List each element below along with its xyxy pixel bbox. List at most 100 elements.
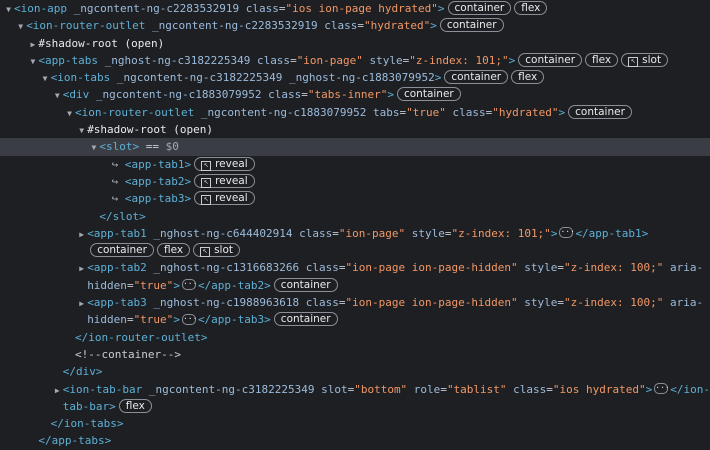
flex-badge[interactable]: flex xyxy=(118,398,152,413)
code-token: = xyxy=(126,313,134,327)
code-token: hidden xyxy=(87,313,127,327)
slot-assigned-arrow-icon: ↪ xyxy=(111,157,125,171)
code-token: "hydrated" xyxy=(363,19,431,33)
dom-node-row[interactable]: </app-tabs> xyxy=(0,432,710,449)
dom-node-row[interactable]: hidden="true"> ···</app-tab3> container xyxy=(0,311,710,328)
collapsed-triangle-icon[interactable]: ▶ xyxy=(76,226,87,242)
expanded-triangle-icon[interactable]: ▼ xyxy=(15,18,26,34)
dom-node-row[interactable]: </div> xyxy=(0,363,710,380)
dom-node-row[interactable]: ▼ <ion-router-outlet _ngcontent-ng-c18830… xyxy=(0,104,710,121)
badge-label: container xyxy=(575,105,625,118)
expanded-triangle-icon[interactable]: ▼ xyxy=(88,139,99,155)
collapsed-triangle-icon[interactable]: ▶ xyxy=(76,260,87,276)
dom-node-row[interactable]: <!--container--> xyxy=(0,346,710,363)
badge-label: container xyxy=(97,244,147,257)
flex-badge[interactable]: flex xyxy=(514,1,548,15)
dom-node-row[interactable]: ▶ <ion-tab-bar _ngcontent-ng-c3182225349 … xyxy=(0,381,710,398)
badge-label: reveal xyxy=(215,157,248,170)
badge-label: flex xyxy=(521,2,541,14)
reveal-badge[interactable]: ↖ reveal xyxy=(194,156,255,171)
code-token: <ion-tabs xyxy=(50,71,117,85)
code-token: = xyxy=(126,278,134,292)
dom-node-row[interactable]: ▶ <app-tab1 _nghost-ng-c644402914 class="… xyxy=(0,225,710,242)
slot-badge[interactable]: ↖ slot xyxy=(193,243,240,258)
code-token: <app-tab3 xyxy=(87,296,154,310)
code-token: = xyxy=(546,382,553,396)
collapsed-triangle-icon[interactable]: ▶ xyxy=(76,295,87,311)
collapsed-triangle-icon[interactable]: ▶ xyxy=(27,36,38,52)
expanded-triangle-icon[interactable]: ▼ xyxy=(64,105,75,121)
container-badge[interactable]: container xyxy=(273,277,338,292)
expand-ellipsis-button[interactable]: ··· xyxy=(181,313,197,325)
code-token: </app-tab3> xyxy=(197,313,271,327)
code-token: > xyxy=(558,105,566,119)
code-token: "ion-page" xyxy=(296,53,363,67)
dom-node-row[interactable]: ▼ <div _ngcontent-ng-c1883079952 class="t… xyxy=(0,86,710,103)
dom-node-row[interactable]: ↪ <app-tab1> ↖ reveal xyxy=(0,156,710,173)
code-token: style xyxy=(517,296,558,310)
dom-node-row[interactable]: </ion-tabs> xyxy=(0,415,710,432)
flex-badge[interactable]: flex xyxy=(156,243,191,258)
code-token: "bottom" xyxy=(354,382,408,396)
expanded-triangle-icon[interactable]: ▼ xyxy=(40,70,51,86)
code-token: _nghost-ng-c644402914 class xyxy=(153,226,333,240)
code-token: style xyxy=(517,261,558,275)
code-token: <ion-tab-bar xyxy=(62,382,149,396)
container-badge[interactable]: container xyxy=(90,243,154,258)
dom-node-row[interactable]: ▼ <app-tabs _nghost-ng-c3182225349 class=… xyxy=(0,52,710,69)
reveal-badge[interactable]: ↖ reveal xyxy=(194,191,255,206)
flex-badge[interactable]: flex xyxy=(585,52,619,67)
collapsed-triangle-icon[interactable]: ▶ xyxy=(52,382,63,398)
dom-tree-panel: ▼ <ion-app _ngcontent-ng-c2283532919 clas… xyxy=(0,0,710,447)
dom-node-row[interactable]: ▼ <ion-router-outlet _ngcontent-ng-c22835… xyxy=(0,17,710,34)
expanded-triangle-icon[interactable]: ▼ xyxy=(27,53,38,69)
dom-node-row[interactable]: ↪ <app-tab2> ↖ reveal xyxy=(0,173,710,190)
code-token: > xyxy=(645,382,653,396)
code-token: </div> xyxy=(62,365,103,379)
code-token: "true" xyxy=(406,105,446,119)
badge-label: slot xyxy=(214,244,233,257)
dom-node-row[interactable]: tab-bar> flex xyxy=(0,398,710,415)
dom-node-row[interactable]: ↪ <app-tab3> ↖ reveal xyxy=(0,190,710,207)
code-token: <ion-app xyxy=(14,2,74,15)
dom-node-row[interactable]: ▼ <ion-app _ngcontent-ng-c2283532919 clas… xyxy=(0,0,710,17)
container-badge[interactable]: container xyxy=(439,18,504,33)
dom-node-row[interactable]: </slot> xyxy=(0,208,710,225)
container-badge[interactable]: container xyxy=(273,312,338,327)
reveal-icon: ↖ xyxy=(200,247,211,258)
slot-badge[interactable]: ↖ slot xyxy=(621,52,669,67)
dom-node-row[interactable]: </ion-router-outlet> xyxy=(0,329,710,346)
dom-node-row[interactable]: container flex ↖ slot xyxy=(0,242,710,259)
expand-ellipsis-button[interactable]: ··· xyxy=(181,279,197,291)
code-token: > xyxy=(430,19,437,33)
dom-node-row[interactable]: hidden="true"> ···</app-tab2> container xyxy=(0,277,710,294)
badge-label: reveal xyxy=(215,174,248,187)
reveal-badge[interactable]: ↖ reveal xyxy=(194,173,255,188)
dom-node-row[interactable]: ▼ #shadow-root (open) xyxy=(0,121,710,138)
code-token: "hydrated" xyxy=(492,105,559,119)
dom-node-row[interactable]: ▼ <slot> == $0 xyxy=(0,138,710,156)
dom-node-row[interactable]: ▶ <app-tab3 _nghost-ng-c1988963618 class=… xyxy=(0,294,710,311)
flex-badge[interactable]: flex xyxy=(511,70,545,85)
expanded-triangle-icon[interactable]: ▼ xyxy=(52,87,63,103)
expand-ellipsis-button[interactable]: ··· xyxy=(559,227,575,239)
badge-label: flex xyxy=(518,71,538,84)
badge-label: container xyxy=(525,53,576,66)
expanded-triangle-icon[interactable]: ▼ xyxy=(76,122,87,138)
container-badge[interactable]: container xyxy=(447,1,512,15)
container-badge[interactable]: container xyxy=(568,104,632,119)
dom-node-row[interactable]: ▶ <app-tab2 _nghost-ng-c1316683266 class=… xyxy=(0,259,710,276)
code-token: <ion-router-outlet xyxy=(75,105,201,119)
badge-label: flex xyxy=(592,53,612,66)
dom-node-row[interactable]: ▶ #shadow-root (open) xyxy=(0,35,710,52)
expanded-triangle-icon[interactable]: ▼ xyxy=(3,1,14,17)
dom-node-row[interactable]: ▼ <ion-tabs _ngcontent-ng-c3182225349 _ng… xyxy=(0,69,710,86)
container-badge[interactable]: container xyxy=(518,52,583,67)
container-badge[interactable]: container xyxy=(444,70,509,85)
code-token: </ion-tabs> xyxy=(50,417,124,431)
container-badge[interactable]: container xyxy=(396,87,461,102)
code-token: _ngcontent-ng-c1883079952 tabs xyxy=(200,105,400,119)
code-token: = xyxy=(278,2,286,15)
expand-ellipsis-button[interactable]: ··· xyxy=(654,383,670,395)
code-token: = xyxy=(357,19,364,33)
